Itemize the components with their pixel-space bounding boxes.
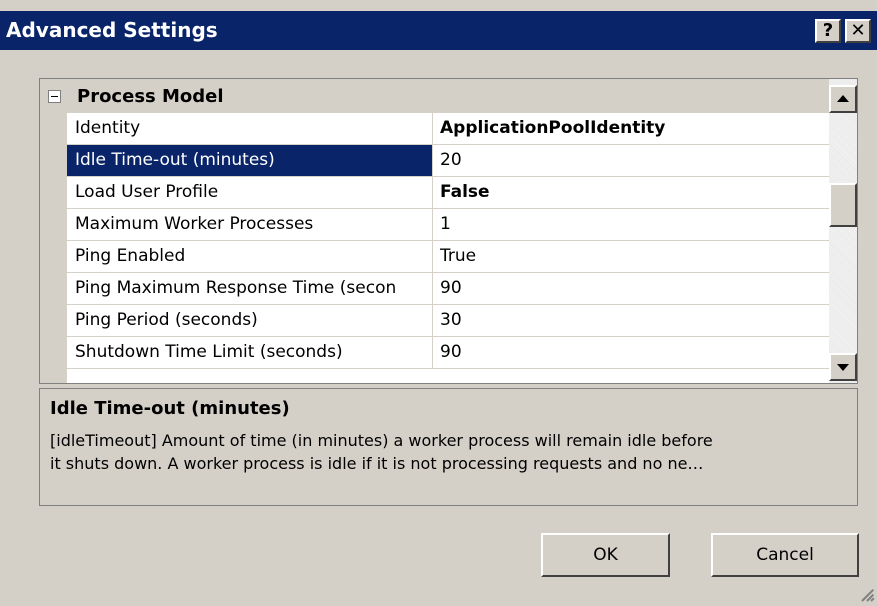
property-value[interactable]: 30 <box>434 305 835 336</box>
arrow-down-icon <box>837 364 849 371</box>
property-value[interactable]: 90 <box>434 273 835 304</box>
title-bar[interactable]: Advanced Settings ? ✕ <box>0 11 877 50</box>
description-text: [idleTimeout] Amount of time (in minutes… <box>50 429 850 475</box>
property-rows: Identity ApplicationPoolIdentity Idle Time… <box>67 113 829 369</box>
property-name[interactable]: Shutdown Time Limit (seconds) <box>67 337 433 368</box>
category-label: Process Model <box>77 86 224 107</box>
property-row[interactable]: Shutdown Time Limit (seconds) 90 <box>67 337 829 369</box>
property-name[interactable]: Maximum Worker Processes <box>67 209 433 240</box>
property-value[interactable]: ApplicationPoolIdentity <box>434 113 835 144</box>
advanced-settings-dialog: Advanced Settings ? ✕ Process Model Iden… <box>0 0 877 606</box>
property-value[interactable]: False <box>434 177 835 208</box>
cancel-button[interactable]: Cancel <box>711 533 859 577</box>
property-name[interactable]: Idle Time-out (minutes) <box>67 145 433 176</box>
property-name[interactable]: Load User Profile <box>67 177 433 208</box>
property-row[interactable]: Ping Period (seconds) 30 <box>67 305 829 337</box>
help-button[interactable]: ? <box>815 19 841 43</box>
property-row[interactable]: Idle Time-out (minutes) 20 <box>67 145 829 177</box>
arrow-up-icon <box>837 95 849 102</box>
property-row[interactable]: Maximum Worker Processes 1 <box>67 209 829 241</box>
scroll-thumb[interactable] <box>829 183 857 227</box>
property-row[interactable]: Ping Enabled True <box>67 241 829 273</box>
property-row[interactable]: Load User Profile False <box>67 177 829 209</box>
resize-grip-icon[interactable] <box>858 585 875 602</box>
description-line: [idleTimeout] Amount of time (in minutes… <box>50 431 713 450</box>
window-title: Advanced Settings <box>6 18 218 42</box>
property-row[interactable]: Ping Maximum Response Time (secon 90 <box>67 273 829 305</box>
property-row[interactable]: Identity ApplicationPoolIdentity <box>67 113 829 145</box>
close-button[interactable]: ✕ <box>845 19 871 43</box>
scroll-down-button[interactable] <box>829 353 857 381</box>
property-name[interactable]: Ping Maximum Response Time (secon <box>67 273 433 304</box>
description-line: it shuts down. A worker process is idle … <box>50 454 704 473</box>
property-name[interactable]: Ping Enabled <box>67 241 433 272</box>
grid-gutter <box>40 79 67 383</box>
property-value[interactable]: True <box>434 241 835 272</box>
scroll-up-button[interactable] <box>829 85 857 113</box>
description-panel: Idle Time-out (minutes) [idleTimeout] Am… <box>39 388 858 506</box>
property-value[interactable]: 20 <box>434 145 835 176</box>
property-name[interactable]: Identity <box>67 113 433 144</box>
collapse-icon[interactable] <box>48 90 61 103</box>
vertical-scrollbar[interactable] <box>829 79 857 383</box>
property-value[interactable]: 90 <box>434 337 835 368</box>
category-process-model[interactable]: Process Model <box>67 79 829 113</box>
property-grid[interactable]: Process Model Identity ApplicationPoolIde… <box>39 78 858 384</box>
ok-button[interactable]: OK <box>541 533 670 577</box>
description-title: Idle Time-out (minutes) <box>50 398 290 419</box>
property-value[interactable]: 1 <box>434 209 835 240</box>
property-name[interactable]: Ping Period (seconds) <box>67 305 433 336</box>
